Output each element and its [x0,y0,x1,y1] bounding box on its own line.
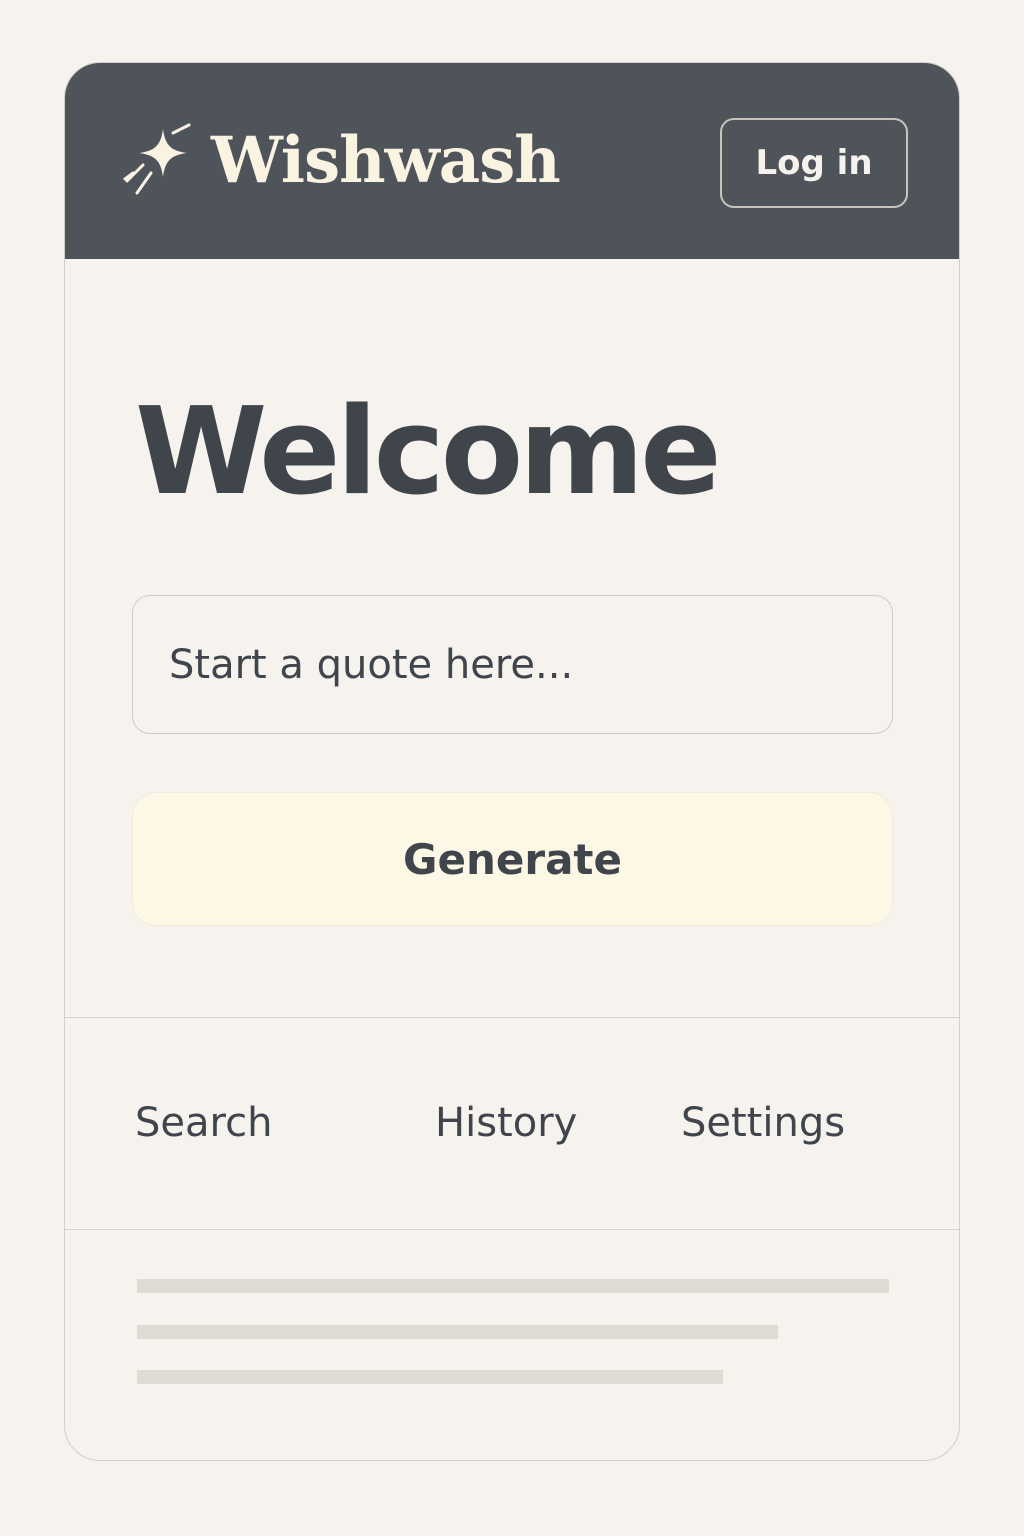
app-card: Wishwash Log in Welcome Generate Search … [64,62,960,1461]
skeleton-line [137,1325,778,1339]
divider [65,1017,959,1018]
login-button[interactable]: Log in [720,118,908,208]
nav-item-settings[interactable]: Settings [681,1093,845,1153]
page-title: Welcome [135,383,722,522]
generate-button[interactable]: Generate [132,792,893,926]
brand-logo[interactable]: Wishwash [123,121,561,201]
app-header: Wishwash Log in [65,63,959,259]
nav-item-history[interactable]: History [435,1093,577,1153]
skeleton-line [137,1279,889,1293]
nav-item-search[interactable]: Search [135,1093,272,1153]
brand-name: Wishwash [211,123,561,198]
sparkle-icon [123,123,191,195]
quote-input[interactable] [132,595,893,734]
divider [65,1229,959,1230]
skeleton-line [137,1370,723,1384]
